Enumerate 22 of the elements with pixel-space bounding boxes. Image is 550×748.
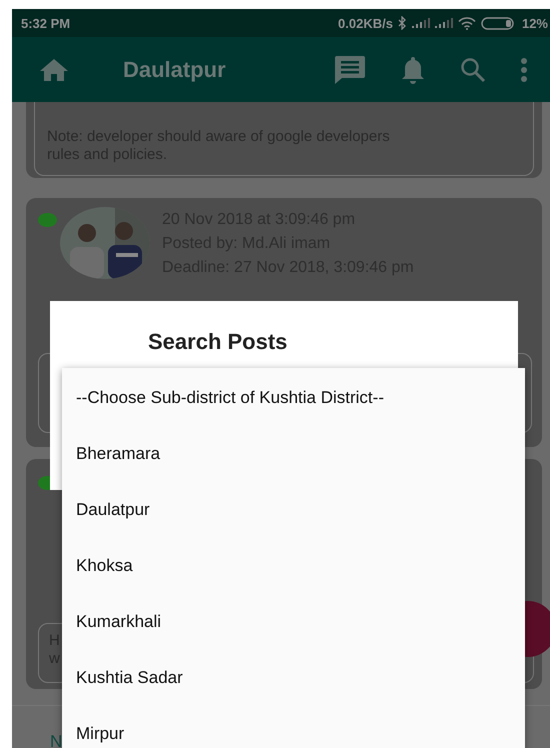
search-icon[interactable]	[460, 56, 486, 82]
signal-icon	[412, 18, 430, 28]
footer-text: N	[50, 732, 62, 748]
dropdown-option[interactable]: Mirpur	[62, 706, 525, 748]
dropdown-option[interactable]: Khoksa	[62, 538, 525, 594]
home-icon[interactable]	[39, 58, 69, 82]
bluetooth-icon	[398, 16, 407, 30]
bell-icon[interactable]	[400, 54, 426, 84]
app-title: Daulatpur	[123, 56, 226, 82]
menu-icon[interactable]	[520, 56, 528, 82]
signal-icon	[434, 18, 453, 28]
status-time: 5:32 PM	[21, 16, 70, 30]
message-icon[interactable]	[334, 54, 366, 84]
dialog-title: Search Posts	[148, 329, 288, 354]
dropdown-option[interactable]: Bheramara	[62, 426, 525, 482]
battery-level: 12%	[522, 16, 548, 30]
dropdown-option[interactable]: Kushtia Sadar	[62, 650, 525, 706]
wifi-icon	[458, 16, 476, 30]
dropdown-option[interactable]: Daulatpur	[62, 482, 525, 538]
dropdown-option[interactable]: Kumarkhali	[62, 594, 525, 650]
dropdown-option[interactable]: --Choose Sub-district of Kushtia District--	[62, 370, 525, 426]
network-speed: 0.02KB/s	[338, 16, 393, 30]
